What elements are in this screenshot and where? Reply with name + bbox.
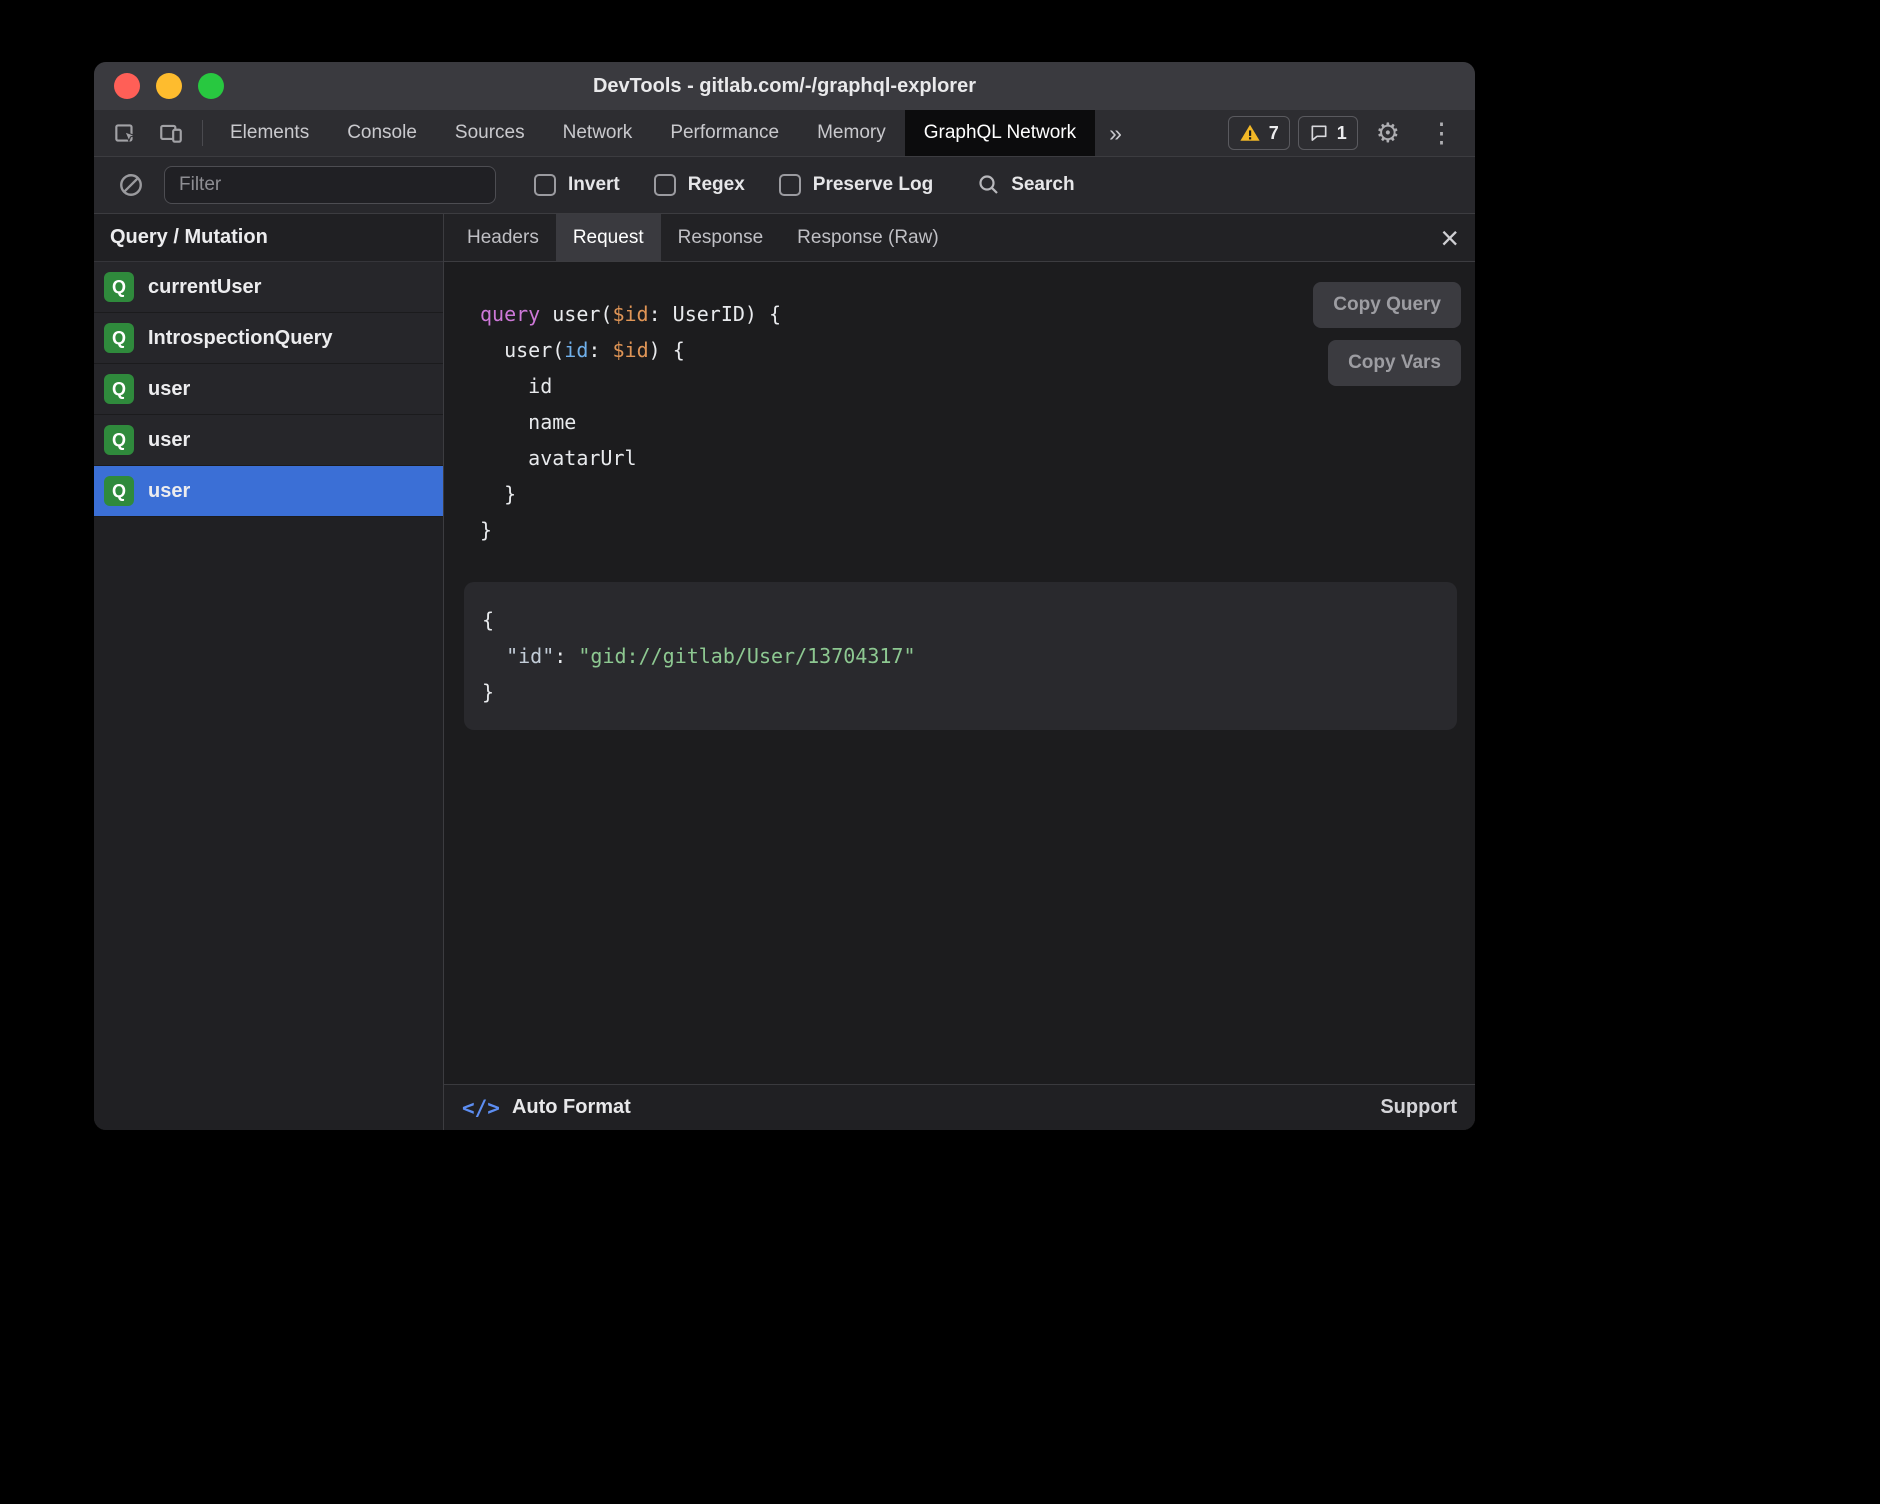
code-line: } bbox=[482, 674, 1439, 710]
checkbox-regex[interactable]: Regex bbox=[654, 174, 745, 196]
code-line: avatarUrl bbox=[480, 440, 1459, 476]
query-code: query user($id: UserID) { user(id: $id) … bbox=[480, 296, 1459, 548]
detail-tab-request[interactable]: Request bbox=[556, 214, 661, 261]
detail-tab-response[interactable]: Response bbox=[661, 214, 781, 261]
query-list-item[interactable]: Q IntrospectionQuery bbox=[94, 313, 443, 364]
filter-toolbar: Invert Regex Preserve Log Search bbox=[94, 157, 1475, 214]
message-bubble-icon bbox=[1309, 123, 1329, 143]
checkbox-invert[interactable]: Invert bbox=[534, 174, 620, 196]
query-list-item[interactable]: QcurrentUser bbox=[94, 262, 443, 313]
query-list-item[interactable]: Quser bbox=[94, 364, 443, 415]
minimize-window-button[interactable] bbox=[156, 73, 182, 99]
tabbar-right-controls: 7 1 ⚙ ⋮ bbox=[1228, 110, 1475, 156]
detail-tab-response-raw[interactable]: Response (Raw) bbox=[780, 214, 956, 261]
window-title: DevTools - gitlab.com/-/graphql-explorer bbox=[593, 75, 976, 98]
query-label: user bbox=[148, 378, 190, 401]
device-toolbar-icon bbox=[158, 120, 184, 146]
checkbox-box[interactable] bbox=[534, 174, 556, 196]
close-window-button[interactable] bbox=[114, 73, 140, 99]
main-split: Query / Mutation QcurrentUserQIntrospect… bbox=[94, 214, 1475, 1130]
code-line: "id": "gid://gitlab/User/13704317" bbox=[482, 638, 1439, 674]
checkbox-label: Invert bbox=[568, 174, 620, 196]
query-list-item[interactable]: Quser bbox=[94, 466, 443, 517]
tab-network[interactable]: Network bbox=[544, 110, 652, 156]
code-line: } bbox=[480, 512, 1459, 548]
query-label: user bbox=[148, 429, 190, 452]
query-label: IntrospectionQuery bbox=[148, 327, 332, 350]
tab-graphql-network[interactable]: GraphQL Network bbox=[905, 110, 1095, 156]
query-list: QcurrentUserQIntrospectionQueryQuserQuse… bbox=[94, 262, 443, 517]
toolbar-divider bbox=[202, 120, 203, 146]
checkbox-label: Preserve Log bbox=[813, 174, 933, 196]
detail-tabbar: HeadersRequestResponseResponse (Raw) × bbox=[444, 214, 1475, 262]
statusbar: </> Auto Format Support bbox=[444, 1084, 1475, 1130]
tab-sources[interactable]: Sources bbox=[436, 110, 544, 156]
titlebar: DevTools - gitlab.com/-/graphql-explorer bbox=[94, 62, 1475, 110]
device-toolbar-button[interactable] bbox=[148, 110, 194, 156]
query-type-badge: Q bbox=[104, 374, 134, 404]
warning-icon bbox=[1239, 122, 1261, 144]
code-format-icon: </> bbox=[462, 1096, 500, 1120]
issues-badge[interactable]: 1 bbox=[1298, 116, 1358, 150]
filter-input[interactable] bbox=[164, 166, 496, 204]
message-count: 1 bbox=[1337, 123, 1347, 144]
request-content: Copy Query Copy Vars query user($id: Use… bbox=[444, 262, 1475, 1084]
detail-panel: HeadersRequestResponseResponse (Raw) × C… bbox=[444, 214, 1475, 1130]
query-type-badge: Q bbox=[104, 425, 134, 455]
settings-gear-icon[interactable]: ⚙ bbox=[1366, 120, 1410, 147]
toolbar-checkboxes: Invert Regex Preserve Log bbox=[534, 174, 933, 196]
search-icon bbox=[977, 173, 1001, 197]
variables-code: { "id": "gid://gitlab/User/13704317"} bbox=[482, 602, 1439, 710]
clear-log-button[interactable] bbox=[108, 172, 154, 198]
zoom-window-button[interactable] bbox=[198, 73, 224, 99]
query-type-badge: Q bbox=[104, 272, 134, 302]
detail-tab-strip: HeadersRequestResponseResponse (Raw) bbox=[450, 214, 956, 261]
code-line: query user($id: UserID) { bbox=[480, 296, 1459, 332]
copy-query-button[interactable]: Copy Query bbox=[1313, 282, 1461, 328]
checkbox-label: Regex bbox=[688, 174, 745, 196]
checkbox-box[interactable] bbox=[654, 174, 676, 196]
search-control[interactable]: Search bbox=[977, 173, 1074, 197]
query-label: currentUser bbox=[148, 276, 261, 299]
checkbox-box[interactable] bbox=[779, 174, 801, 196]
query-type-badge: Q bbox=[104, 323, 134, 353]
close-panel-button[interactable]: × bbox=[1424, 214, 1475, 261]
variables-panel: { "id": "gid://gitlab/User/13704317"} bbox=[464, 582, 1457, 730]
code-line: user(id: $id) { bbox=[480, 332, 1459, 368]
main-tab-strip: ElementsConsoleSourcesNetworkPerformance… bbox=[211, 110, 1095, 156]
support-link[interactable]: Support bbox=[1380, 1096, 1457, 1119]
inspect-icon bbox=[112, 120, 138, 146]
devtools-window: DevTools - gitlab.com/-/graphql-explorer… bbox=[94, 62, 1475, 1130]
warning-count: 7 bbox=[1269, 123, 1279, 144]
search-label: Search bbox=[1011, 174, 1074, 196]
checkbox-preserve-log[interactable]: Preserve Log bbox=[779, 174, 933, 196]
query-list-item[interactable]: Quser bbox=[94, 415, 443, 466]
sidebar-header: Query / Mutation bbox=[94, 214, 443, 262]
warnings-badge[interactable]: 7 bbox=[1228, 116, 1290, 150]
query-type-badge: Q bbox=[104, 476, 134, 506]
code-line: name bbox=[480, 404, 1459, 440]
inspect-element-button[interactable] bbox=[102, 110, 148, 156]
code-line: } bbox=[480, 476, 1459, 512]
copy-buttons: Copy Query Copy Vars bbox=[1313, 282, 1461, 386]
code-line: { bbox=[482, 602, 1439, 638]
tab-memory[interactable]: Memory bbox=[798, 110, 905, 156]
copy-vars-button[interactable]: Copy Vars bbox=[1328, 340, 1461, 386]
more-tabs-button[interactable]: » bbox=[1095, 110, 1136, 156]
kebab-menu-icon[interactable]: ⋮ bbox=[1418, 120, 1465, 147]
tab-elements[interactable]: Elements bbox=[211, 110, 328, 156]
main-tabbar: ElementsConsoleSourcesNetworkPerformance… bbox=[94, 110, 1475, 157]
block-icon bbox=[118, 172, 144, 198]
query-label: user bbox=[148, 480, 190, 503]
tab-console[interactable]: Console bbox=[328, 110, 436, 156]
query-sidebar: Query / Mutation QcurrentUserQIntrospect… bbox=[94, 214, 444, 1130]
traffic-lights bbox=[114, 73, 224, 99]
code-line: id bbox=[480, 368, 1459, 404]
auto-format-button[interactable]: Auto Format bbox=[512, 1096, 631, 1119]
detail-tab-headers[interactable]: Headers bbox=[450, 214, 556, 261]
tab-performance[interactable]: Performance bbox=[651, 110, 798, 156]
